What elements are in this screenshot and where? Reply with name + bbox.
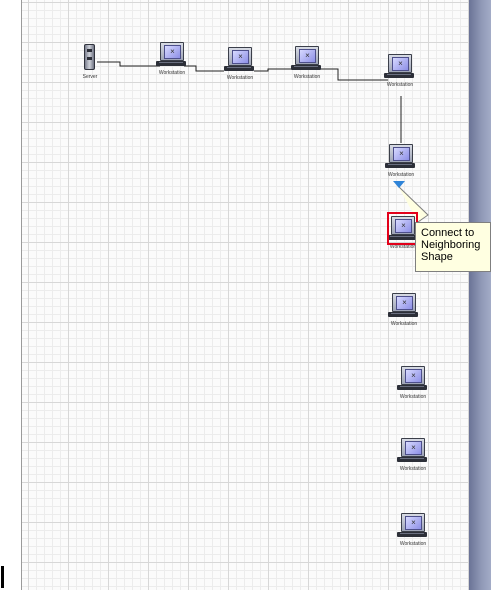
workstation-shape-5[interactable]: × Workstation bbox=[377, 140, 425, 184]
tooltip-line-1: Connect to bbox=[421, 227, 475, 239]
keyboard-icon bbox=[385, 163, 415, 168]
workstation-icon: × bbox=[401, 513, 425, 532]
workstation-shape-9[interactable]: × Workstation bbox=[389, 434, 437, 478]
keyboard-icon bbox=[291, 65, 321, 70]
visio-drawing-window: Server × Workstation × Workstation × Wor… bbox=[0, 0, 491, 590]
workstation-shape-4[interactable]: × Workstation bbox=[376, 50, 424, 94]
keyboard-icon bbox=[397, 457, 427, 462]
workstation-label: Workstation bbox=[226, 75, 254, 81]
workstation-shape-7[interactable]: × Workstation bbox=[380, 289, 428, 333]
workstation-label: Workstation bbox=[399, 394, 427, 400]
workstation-label: Workstation bbox=[387, 172, 415, 178]
workstation-label: Workstation bbox=[390, 321, 418, 327]
selection-highlight bbox=[387, 212, 418, 245]
workstation-label: Workstation bbox=[399, 541, 427, 547]
server-icon bbox=[84, 44, 95, 70]
workstation-shape-8[interactable]: × Workstation bbox=[389, 362, 437, 406]
connection-point-arrow-icon[interactable] bbox=[393, 181, 405, 188]
keyboard-icon bbox=[388, 312, 418, 317]
text-cursor bbox=[1, 566, 4, 588]
workstation-icon: × bbox=[392, 293, 416, 312]
keyboard-icon bbox=[224, 66, 254, 71]
workstation-icon: × bbox=[295, 46, 319, 65]
workstation-label: Workstation bbox=[158, 70, 186, 76]
workstation-icon: × bbox=[388, 54, 412, 73]
workstation-shape-1[interactable]: × Workstation bbox=[148, 38, 196, 82]
connect-tooltip: Connect to Neighboring Shape bbox=[415, 222, 491, 272]
keyboard-icon bbox=[397, 532, 427, 537]
workstation-shape-3[interactable]: × Workstation bbox=[283, 42, 331, 86]
workstation-icon: × bbox=[228, 47, 252, 66]
server-shape[interactable]: Server bbox=[66, 42, 114, 86]
workstation-label: Workstation bbox=[399, 466, 427, 472]
tooltip-line-2: Neighboring bbox=[421, 239, 481, 251]
workstation-shape-2[interactable]: × Workstation bbox=[216, 43, 264, 87]
workstation-icon: × bbox=[401, 366, 425, 385]
workstation-label: Workstation bbox=[293, 74, 321, 80]
workstation-label: Workstation bbox=[386, 82, 414, 88]
workstation-shape-10[interactable]: × Workstation bbox=[389, 509, 437, 553]
server-label: Server bbox=[82, 74, 98, 80]
keyboard-icon bbox=[384, 73, 414, 78]
workstation-icon: × bbox=[401, 438, 425, 457]
page-edge bbox=[469, 0, 491, 590]
tooltip-line-3: Shape bbox=[421, 251, 453, 263]
keyboard-icon bbox=[156, 61, 186, 66]
keyboard-icon bbox=[397, 385, 427, 390]
workstation-icon: × bbox=[160, 42, 184, 61]
canvas-border bbox=[21, 0, 22, 590]
workstation-icon: × bbox=[389, 144, 413, 163]
